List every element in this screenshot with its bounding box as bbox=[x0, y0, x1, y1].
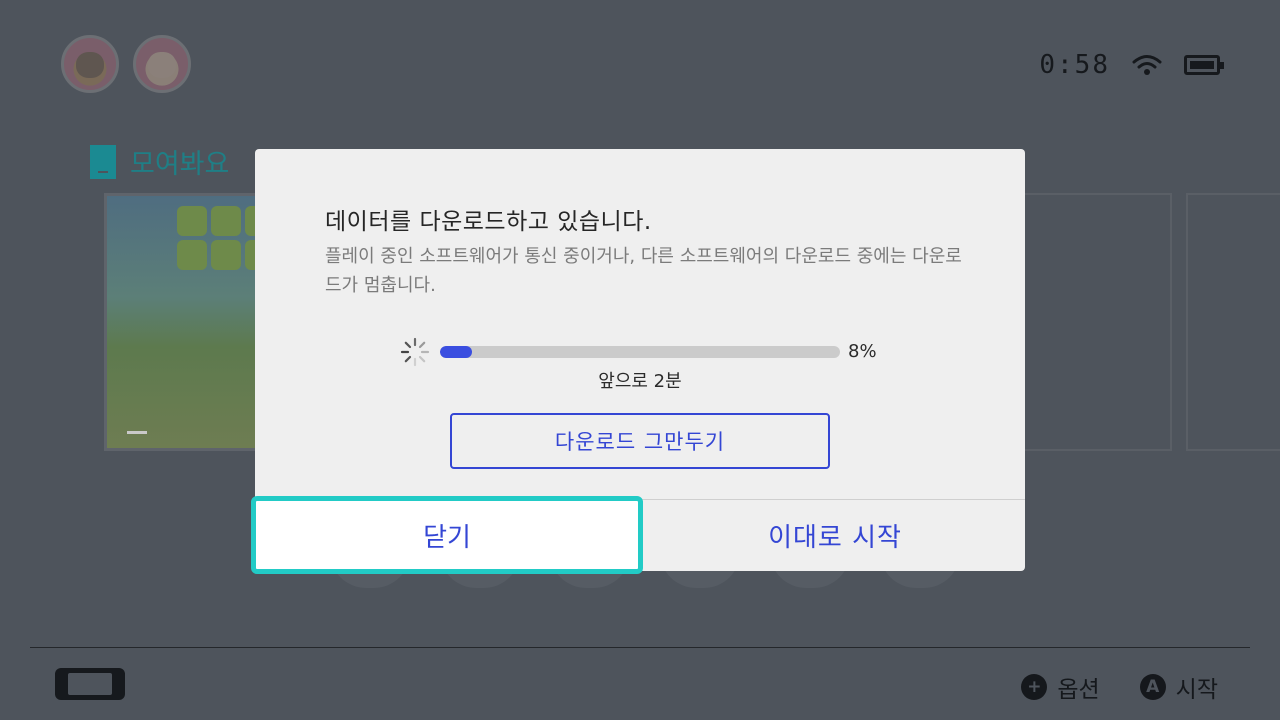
download-mini-bar bbox=[127, 431, 147, 434]
download-dialog: 데이터를 다운로드하고 있습니다. 플레이 중인 소프트웨어가 통신 중이거나,… bbox=[251, 149, 1025, 574]
plus-button-icon: + bbox=[1021, 674, 1048, 700]
download-progress-fill bbox=[440, 346, 472, 358]
game-title-text: 모여봐요 bbox=[130, 149, 230, 180]
time-remaining: 앞으로 2분 bbox=[598, 371, 682, 392]
a-button-icon: A bbox=[1139, 674, 1166, 700]
options-action[interactable]: + 옵션 bbox=[1021, 670, 1100, 704]
user-avatar[interactable] bbox=[133, 35, 191, 93]
status-bar: 0:58 bbox=[1039, 50, 1224, 80]
options-label: 옵션 bbox=[1057, 677, 1100, 703]
avatar-face bbox=[148, 52, 176, 78]
console-icon bbox=[55, 668, 125, 700]
start-label: 시작 bbox=[1175, 677, 1218, 703]
loading-spinner-icon bbox=[400, 337, 430, 367]
battery-icon bbox=[1184, 55, 1224, 75]
empty-tile[interactable] bbox=[1020, 193, 1172, 451]
clock: 0:58 bbox=[1039, 50, 1110, 80]
start-anyway-button[interactable]: 이대로 시작 bbox=[645, 500, 1025, 571]
download-progress-percent: 8% bbox=[848, 341, 877, 362]
cancel-download-button[interactable]: 다운로드 그만두기 bbox=[450, 413, 830, 469]
wifi-icon bbox=[1132, 55, 1162, 75]
footer-divider bbox=[30, 647, 1250, 648]
dialog-description: 플레이 중인 소프트웨어가 통신 중이거나, 다른 소프트웨어의 다운로드 중에… bbox=[325, 246, 962, 296]
footer-actions: + 옵션 A 시작 bbox=[1021, 670, 1218, 704]
user-avatar[interactable] bbox=[61, 35, 119, 93]
download-progress-bar bbox=[440, 346, 840, 358]
game-title: 모여봐요 bbox=[90, 142, 229, 181]
avatar-face bbox=[76, 52, 104, 78]
empty-tile[interactable] bbox=[1186, 193, 1280, 451]
dialog-title: 데이터를 다운로드하고 있습니다. bbox=[325, 209, 652, 235]
game-card-icon bbox=[90, 144, 116, 179]
close-button[interactable]: 닫기 bbox=[251, 496, 643, 574]
start-action[interactable]: A 시작 bbox=[1139, 670, 1218, 704]
